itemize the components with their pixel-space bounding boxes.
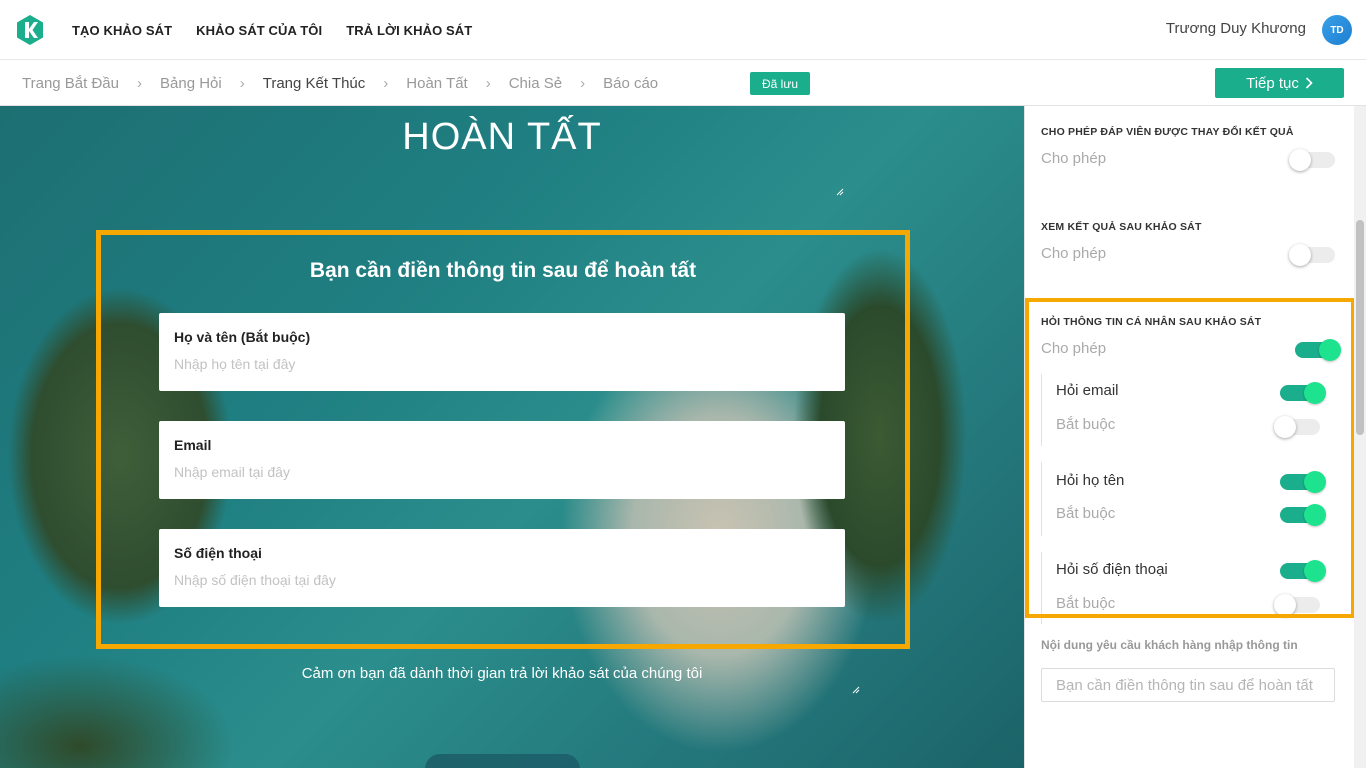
toggle-knob [1289, 149, 1311, 171]
resize-handle-icon[interactable] [836, 188, 844, 196]
phone-field-label: Số điện thoại [174, 545, 262, 561]
chevron-right-icon: › [580, 74, 586, 92]
name-field: Họ và tên (Bắt buộc) [159, 313, 845, 391]
phone-input[interactable] [174, 569, 814, 591]
name-required-label: Bắt buộc [1056, 505, 1116, 522]
resize-handle-icon[interactable] [852, 686, 860, 694]
thanks-message[interactable]: Cảm ơn bạn đã dành thời gian trả lời khả… [0, 665, 1004, 682]
finish-button[interactable] [425, 754, 580, 768]
toggle-knob [1304, 382, 1326, 404]
user-name[interactable]: Trương Duy Khương [1166, 20, 1306, 37]
toggle-knob [1304, 471, 1326, 493]
view-results-sub: Cho phép [1041, 245, 1107, 262]
ask-phone-label: Hỏi số điện thoại [1056, 561, 1168, 578]
ask-info-sub: Cho phép [1041, 340, 1107, 357]
settings-panel: CHO PHÉP ĐÁP VIÊN ĐƯỢC THAY ĐỔI KẾT QUẢ … [1024, 106, 1354, 768]
saved-badge: Đã lưu [750, 72, 811, 95]
step-questionnaire[interactable]: Bảng Hỏi [160, 75, 222, 92]
panel-scrollbar-thumb[interactable] [1356, 220, 1364, 435]
step-start-page[interactable]: Trang Bắt Đầu [22, 75, 119, 92]
step-end-page[interactable]: Trang Kết Thúc [263, 75, 366, 92]
ask-info-title: HỎI THÔNG TIN CÁ NHÂN SAU KHẢO SÁT [1041, 316, 1262, 328]
ask-info-toggle[interactable] [1295, 339, 1341, 361]
toggle-knob [1304, 504, 1326, 526]
menu-answer-survey[interactable]: TRẢ LỜI KHẢO SÁT [346, 23, 472, 38]
breadcrumb: Trang Bắt Đầu › Bảng Hỏi › Trang Kết Thú… [22, 60, 658, 106]
ask-email-toggle[interactable] [1280, 382, 1326, 404]
main-menu: TẠO KHẢO SÁT KHẢO SÁT CỦA TÔI TRẢ LỜI KH… [72, 0, 472, 60]
allow-change-toggle[interactable] [1289, 149, 1335, 171]
continue-button[interactable]: Tiếp tục [1215, 68, 1344, 98]
menu-create-survey[interactable]: TẠO KHẢO SÁT [72, 23, 172, 38]
email-required-label: Bắt buộc [1056, 416, 1116, 433]
toggle-knob [1319, 339, 1341, 361]
top-navbar: TẠO KHẢO SÁT KHẢO SÁT CỦA TÔI TRẢ LỜI KH… [0, 0, 1366, 60]
panel-scrollbar[interactable] [1354, 106, 1366, 768]
chevron-right-icon: › [239, 74, 245, 92]
view-results-title: XEM KẾT QUẢ SAU KHẢO SÁT [1041, 221, 1202, 233]
email-input[interactable] [174, 461, 814, 483]
ask-phone-toggle[interactable] [1280, 560, 1326, 582]
phone-field: Số điện thoại [159, 529, 845, 607]
step-bar: Trang Bắt Đầu › Bảng Hỏi › Trang Kết Thú… [0, 60, 1366, 106]
subgroup-divider [1041, 462, 1042, 536]
email-field-label: Email [174, 437, 212, 453]
step-report[interactable]: Báo cáo [603, 75, 658, 92]
name-input[interactable] [174, 353, 814, 375]
chevron-right-icon: › [485, 74, 491, 92]
chevron-right-icon [1305, 77, 1313, 89]
request-content-input[interactable] [1041, 668, 1335, 702]
end-page-preview: HOÀN TẤT Bạn cần điền thông tin sau để h… [0, 106, 1024, 768]
step-share[interactable]: Chia Sẻ [509, 75, 562, 92]
subgroup-divider [1041, 374, 1042, 446]
phone-required-toggle[interactable] [1274, 594, 1320, 616]
toggle-knob [1289, 244, 1311, 266]
email-required-toggle[interactable] [1274, 416, 1320, 438]
step-complete[interactable]: Hoàn Tất [406, 75, 467, 92]
email-field: Email [159, 421, 845, 499]
continue-button-label: Tiếp tục [1246, 74, 1299, 92]
subgroup-divider [1041, 552, 1042, 624]
allow-change-title: CHO PHÉP ĐÁP VIÊN ĐƯỢC THAY ĐỔI KẾT QUẢ [1041, 126, 1294, 138]
toggle-knob [1274, 416, 1296, 438]
page-title[interactable]: HOÀN TẤT [0, 116, 1004, 159]
chevron-right-icon: › [137, 74, 142, 92]
toggle-knob [1304, 560, 1326, 582]
name-required-toggle[interactable] [1280, 504, 1326, 526]
view-results-toggle[interactable] [1289, 244, 1335, 266]
phone-required-label: Bắt buộc [1056, 595, 1116, 612]
toggle-knob [1274, 594, 1296, 616]
avatar[interactable]: TD [1322, 15, 1352, 45]
form-heading[interactable]: Bạn cần điền thông tin sau để hoàn tất [101, 259, 905, 283]
name-field-label: Họ và tên (Bắt buộc) [174, 329, 311, 345]
menu-my-surveys[interactable]: KHẢO SÁT CỦA TÔI [196, 23, 322, 38]
allow-change-sub: Cho phép [1041, 150, 1107, 167]
k-logo-icon[interactable] [16, 14, 44, 46]
chevron-right-icon: › [383, 74, 389, 92]
ask-name-toggle[interactable] [1280, 471, 1326, 493]
ask-name-label: Hỏi họ tên [1056, 472, 1125, 489]
ask-email-label: Hỏi email [1056, 382, 1119, 399]
request-content-label: Nội dung yêu cầu khách hàng nhập thông t… [1041, 638, 1298, 652]
info-form: Bạn cần điền thông tin sau để hoàn tất H… [96, 230, 910, 649]
